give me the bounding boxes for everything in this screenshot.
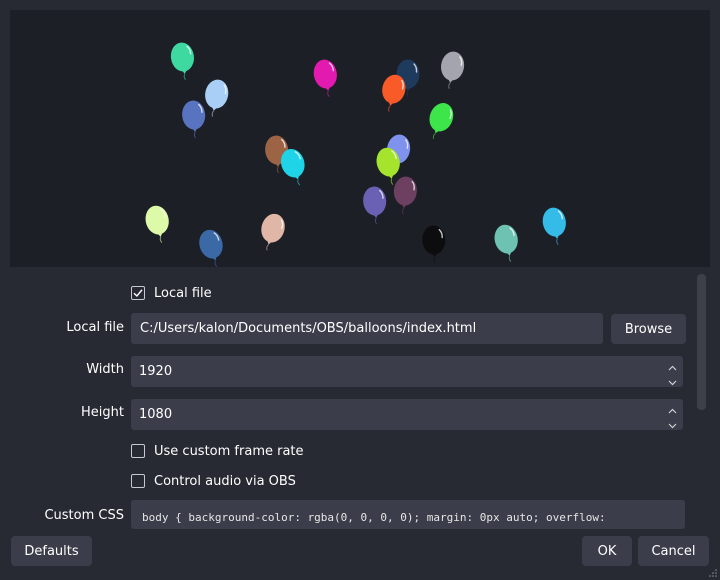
- height-input[interactable]: 1080: [131, 399, 683, 430]
- resize-grip-icon[interactable]: [709, 569, 717, 577]
- local-file-path-value: C:/Users/kalon/Documents/OBS/balloons/in…: [140, 321, 477, 336]
- balloon-icon: [179, 98, 208, 140]
- custom-css-textarea[interactable]: body { background-color: rgba(0, 0, 0, 0…: [131, 500, 685, 529]
- height-label: Height: [81, 405, 124, 420]
- chevron-down-icon[interactable]: [668, 375, 677, 387]
- height-value: 1080: [139, 407, 173, 422]
- balloon-icon: [194, 225, 229, 267]
- balloon-icon: [310, 56, 343, 100]
- balloon-icon: [275, 144, 312, 190]
- balloon-icon: [421, 98, 459, 144]
- browser-source-preview: [10, 10, 710, 267]
- chevron-down-icon[interactable]: [668, 418, 677, 430]
- local-file-checkbox[interactable]: [131, 286, 145, 300]
- balloon-icon: [141, 202, 175, 247]
- control-audio-row[interactable]: Control audio via OBS: [131, 472, 296, 490]
- ok-button[interactable]: OK: [582, 536, 632, 566]
- width-input[interactable]: 1920: [131, 356, 683, 387]
- height-stepper[interactable]: [667, 403, 677, 429]
- width-stepper[interactable]: [667, 360, 677, 386]
- custom-frame-rate-row[interactable]: Use custom frame rate: [131, 442, 304, 460]
- custom-frame-rate-label: Use custom frame rate: [154, 443, 304, 459]
- control-audio-checkbox[interactable]: [131, 474, 145, 488]
- custom-css-value: body { background-color: rgba(0, 0, 0, 0…: [142, 511, 606, 524]
- balloon-icon: [254, 209, 289, 254]
- custom-css-label: Custom CSS: [44, 508, 124, 523]
- browse-button[interactable]: Browse: [611, 314, 686, 344]
- defaults-button[interactable]: Defaults: [11, 536, 92, 566]
- local-file-label: Local file: [66, 320, 124, 335]
- local-file-path-input[interactable]: C:/Users/kalon/Documents/OBS/balloons/in…: [131, 313, 603, 344]
- chevron-up-icon[interactable]: [668, 403, 677, 418]
- balloon-icon: [490, 221, 524, 266]
- balloon-icon: [420, 223, 448, 264]
- local-file-checkbox-label: Local file: [154, 285, 212, 301]
- balloon-icon: [167, 39, 198, 82]
- balloon-icon: [390, 174, 419, 216]
- balloon-icon: [360, 184, 389, 226]
- checkmark-icon: [133, 289, 143, 298]
- local-file-checkbox-row[interactable]: Local file: [131, 284, 212, 302]
- chevron-up-icon[interactable]: [668, 360, 677, 375]
- width-label: Width: [86, 362, 124, 377]
- balloon-icon: [436, 48, 467, 91]
- scrollbar-thumb[interactable]: [697, 274, 706, 410]
- cancel-button[interactable]: Cancel: [638, 536, 709, 566]
- control-audio-label: Control audio via OBS: [154, 473, 296, 489]
- balloon-icon: [539, 204, 572, 248]
- custom-frame-rate-checkbox[interactable]: [131, 444, 145, 458]
- balloon-icon: [376, 71, 410, 116]
- width-value: 1920: [139, 364, 173, 379]
